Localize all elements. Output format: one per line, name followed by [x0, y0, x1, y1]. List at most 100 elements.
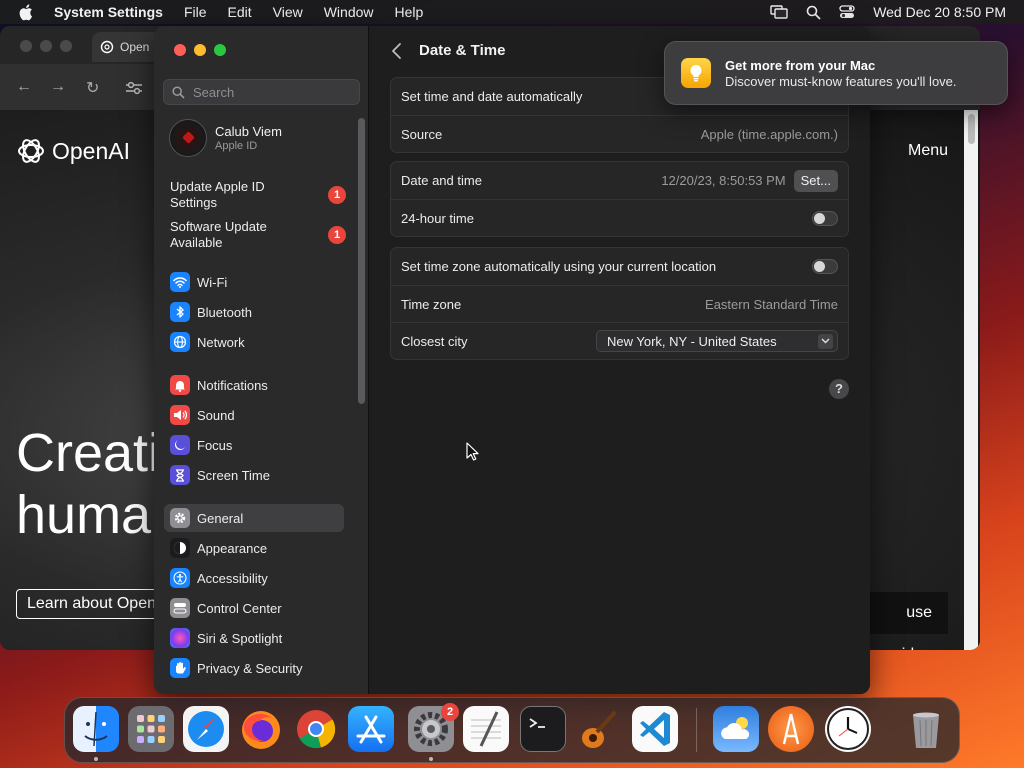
date-time-value: 12/20/23, 8:50:53 PM [661, 173, 786, 188]
browser-scroll-thumb[interactable] [968, 114, 975, 144]
app-store-icon[interactable] [348, 706, 394, 752]
set-date-time-button[interactable]: Set... [793, 169, 838, 192]
browser-minimize-dot[interactable] [40, 40, 52, 52]
close-button[interactable] [174, 44, 186, 56]
page-title: Date & Time [419, 42, 506, 59]
clock-icon[interactable] [825, 706, 871, 752]
sidebar-item-label: Accessibility [197, 570, 268, 586]
vscode-icon[interactable] [632, 706, 678, 752]
software-update-alert[interactable]: Software Update Available 1 [170, 219, 346, 251]
menu-clock[interactable]: Wed Dec 20 8:50 PM [873, 4, 1006, 20]
site-menu-link[interactable]: Menu [908, 142, 948, 160]
zoom-button[interactable] [214, 44, 226, 56]
openai-logo[interactable]: OpenAI [16, 136, 130, 166]
hour24-label: 24-hour time [401, 210, 474, 226]
menu-view[interactable]: View [273, 4, 303, 20]
hour24-row: 24-hour time [391, 199, 848, 236]
sidebar-item-label: General [197, 510, 244, 526]
pause-video-button[interactable]: use video [868, 592, 948, 650]
closest-city-select[interactable]: New York, NY - United States [596, 330, 838, 352]
browser-back-icon[interactable]: ← [16, 78, 32, 96]
browser-reload-icon[interactable]: ↻ [86, 78, 99, 98]
alert-badge: 1 [328, 186, 346, 204]
hero-line-2: huma [16, 485, 152, 545]
update-apple-id-alert[interactable]: Update Apple ID Settings 1 [170, 179, 346, 211]
sidebar-item-appearance[interactable]: Appearance [164, 534, 344, 562]
terminal-icon[interactable] [520, 706, 566, 752]
textedit-icon[interactable] [463, 706, 509, 752]
spotlight-search-icon[interactable] [806, 5, 821, 20]
sidebar-item-label: Screen Time [197, 467, 270, 483]
settings-running-dot [429, 757, 433, 761]
garageband-icon[interactable] [575, 706, 621, 752]
apple-logo-icon[interactable] [18, 3, 36, 21]
alert-label: Update Apple ID Settings [170, 179, 265, 210]
apple-id-account[interactable]: Calub Viem Apple ID [169, 119, 282, 157]
system-settings-window: Calub Viem Apple ID Update Apple ID Sett… [154, 26, 870, 694]
firefox-icon[interactable] [238, 706, 284, 752]
date-time-group: Date and time 12/20/23, 8:50:53 PM Set..… [390, 161, 849, 237]
timezone-group: Set time zone automatically using your c… [390, 247, 849, 360]
sidebar-item-siri-spotlight[interactable]: Siri & Spotlight [164, 624, 344, 652]
minimize-button[interactable] [194, 44, 206, 56]
safari-icon[interactable] [183, 706, 229, 752]
date-time-pane: Date & Time Set time and date automatica… [370, 26, 870, 694]
settings-dock-badge: 2 [441, 703, 459, 721]
hourglass-icon [170, 465, 190, 485]
sidebar-item-label: Appearance [197, 540, 268, 556]
learn-about-button[interactable]: Learn about Open [16, 589, 167, 619]
sidebar-item-general[interactable]: General [164, 504, 344, 532]
sidebar-item-screen-time[interactable]: Screen Time [164, 461, 344, 489]
hour24-toggle[interactable] [812, 210, 838, 226]
sidebar-item-wifi[interactable]: Wi-Fi [164, 268, 344, 296]
control-center-icon[interactable] [839, 5, 855, 19]
menu-edit[interactable]: Edit [228, 4, 252, 20]
browser-zoom-dot[interactable] [60, 40, 72, 52]
notification-body: Discover must-know features you'll love. [725, 73, 957, 89]
avatar [169, 119, 207, 157]
sidebar-item-label: Wi-Fi [197, 274, 228, 290]
tz-auto-toggle[interactable] [812, 259, 838, 274]
screen-mirroring-icon[interactable] [770, 5, 788, 19]
menu-help[interactable]: Help [395, 4, 424, 20]
siri-icon [170, 628, 190, 648]
openai-favicon-icon [100, 40, 114, 54]
sidebar-item-control-center[interactable]: Control Center [164, 594, 344, 622]
sidebar-item-notifications[interactable]: Notifications [164, 371, 344, 399]
instruments-icon[interactable] [768, 706, 814, 752]
sidebar-item-privacy-security[interactable]: Privacy & Security [164, 654, 344, 682]
mouse-pointer-icon [466, 442, 479, 461]
weather-icon[interactable] [713, 706, 759, 752]
browser-scrollbar[interactable] [964, 110, 978, 650]
sidebar-item-label: Control Center [197, 600, 282, 616]
gear-icon [170, 508, 190, 528]
sidebar-item-label: Bluetooth [197, 304, 252, 320]
sidebar-scrollbar[interactable] [358, 118, 365, 404]
sidebar-item-focus[interactable]: Focus [164, 431, 344, 459]
site-settings-icon[interactable] [124, 80, 144, 96]
trash-icon[interactable] [903, 706, 949, 752]
help-button[interactable]: ? [829, 379, 849, 399]
sidebar-search[interactable] [163, 79, 360, 105]
source-value[interactable]: Apple (time.apple.com.) [701, 127, 838, 142]
set-time-auto-label: Set time and date automatically [401, 89, 583, 104]
browser-forward-icon[interactable]: → [50, 78, 66, 96]
sidebar-item-bluetooth[interactable]: Bluetooth [164, 298, 344, 326]
menu-app-name[interactable]: System Settings [54, 4, 163, 20]
menu-file[interactable]: File [184, 4, 207, 20]
launchpad-icon[interactable] [128, 706, 174, 752]
sidebar-item-accessibility[interactable]: Accessibility [164, 564, 344, 592]
sidebar-item-sound[interactable]: Sound [164, 401, 344, 429]
search-input[interactable] [193, 84, 353, 100]
date-time-label: Date and time [401, 173, 482, 188]
menu-window[interactable]: Window [324, 4, 374, 20]
closest-city-row: Closest city New York, NY - United State… [391, 322, 848, 359]
alert-badge: 1 [328, 226, 346, 244]
chrome-icon[interactable] [293, 706, 339, 752]
back-chevron-icon[interactable] [390, 42, 404, 60]
browser-close-dot[interactable] [20, 40, 32, 52]
source-label: Source [401, 126, 443, 142]
sidebar-item-network[interactable]: Network [164, 328, 344, 356]
tips-notification[interactable]: Get more from your Mac Discover must-kno… [664, 41, 1008, 105]
finder-icon[interactable] [73, 706, 119, 752]
